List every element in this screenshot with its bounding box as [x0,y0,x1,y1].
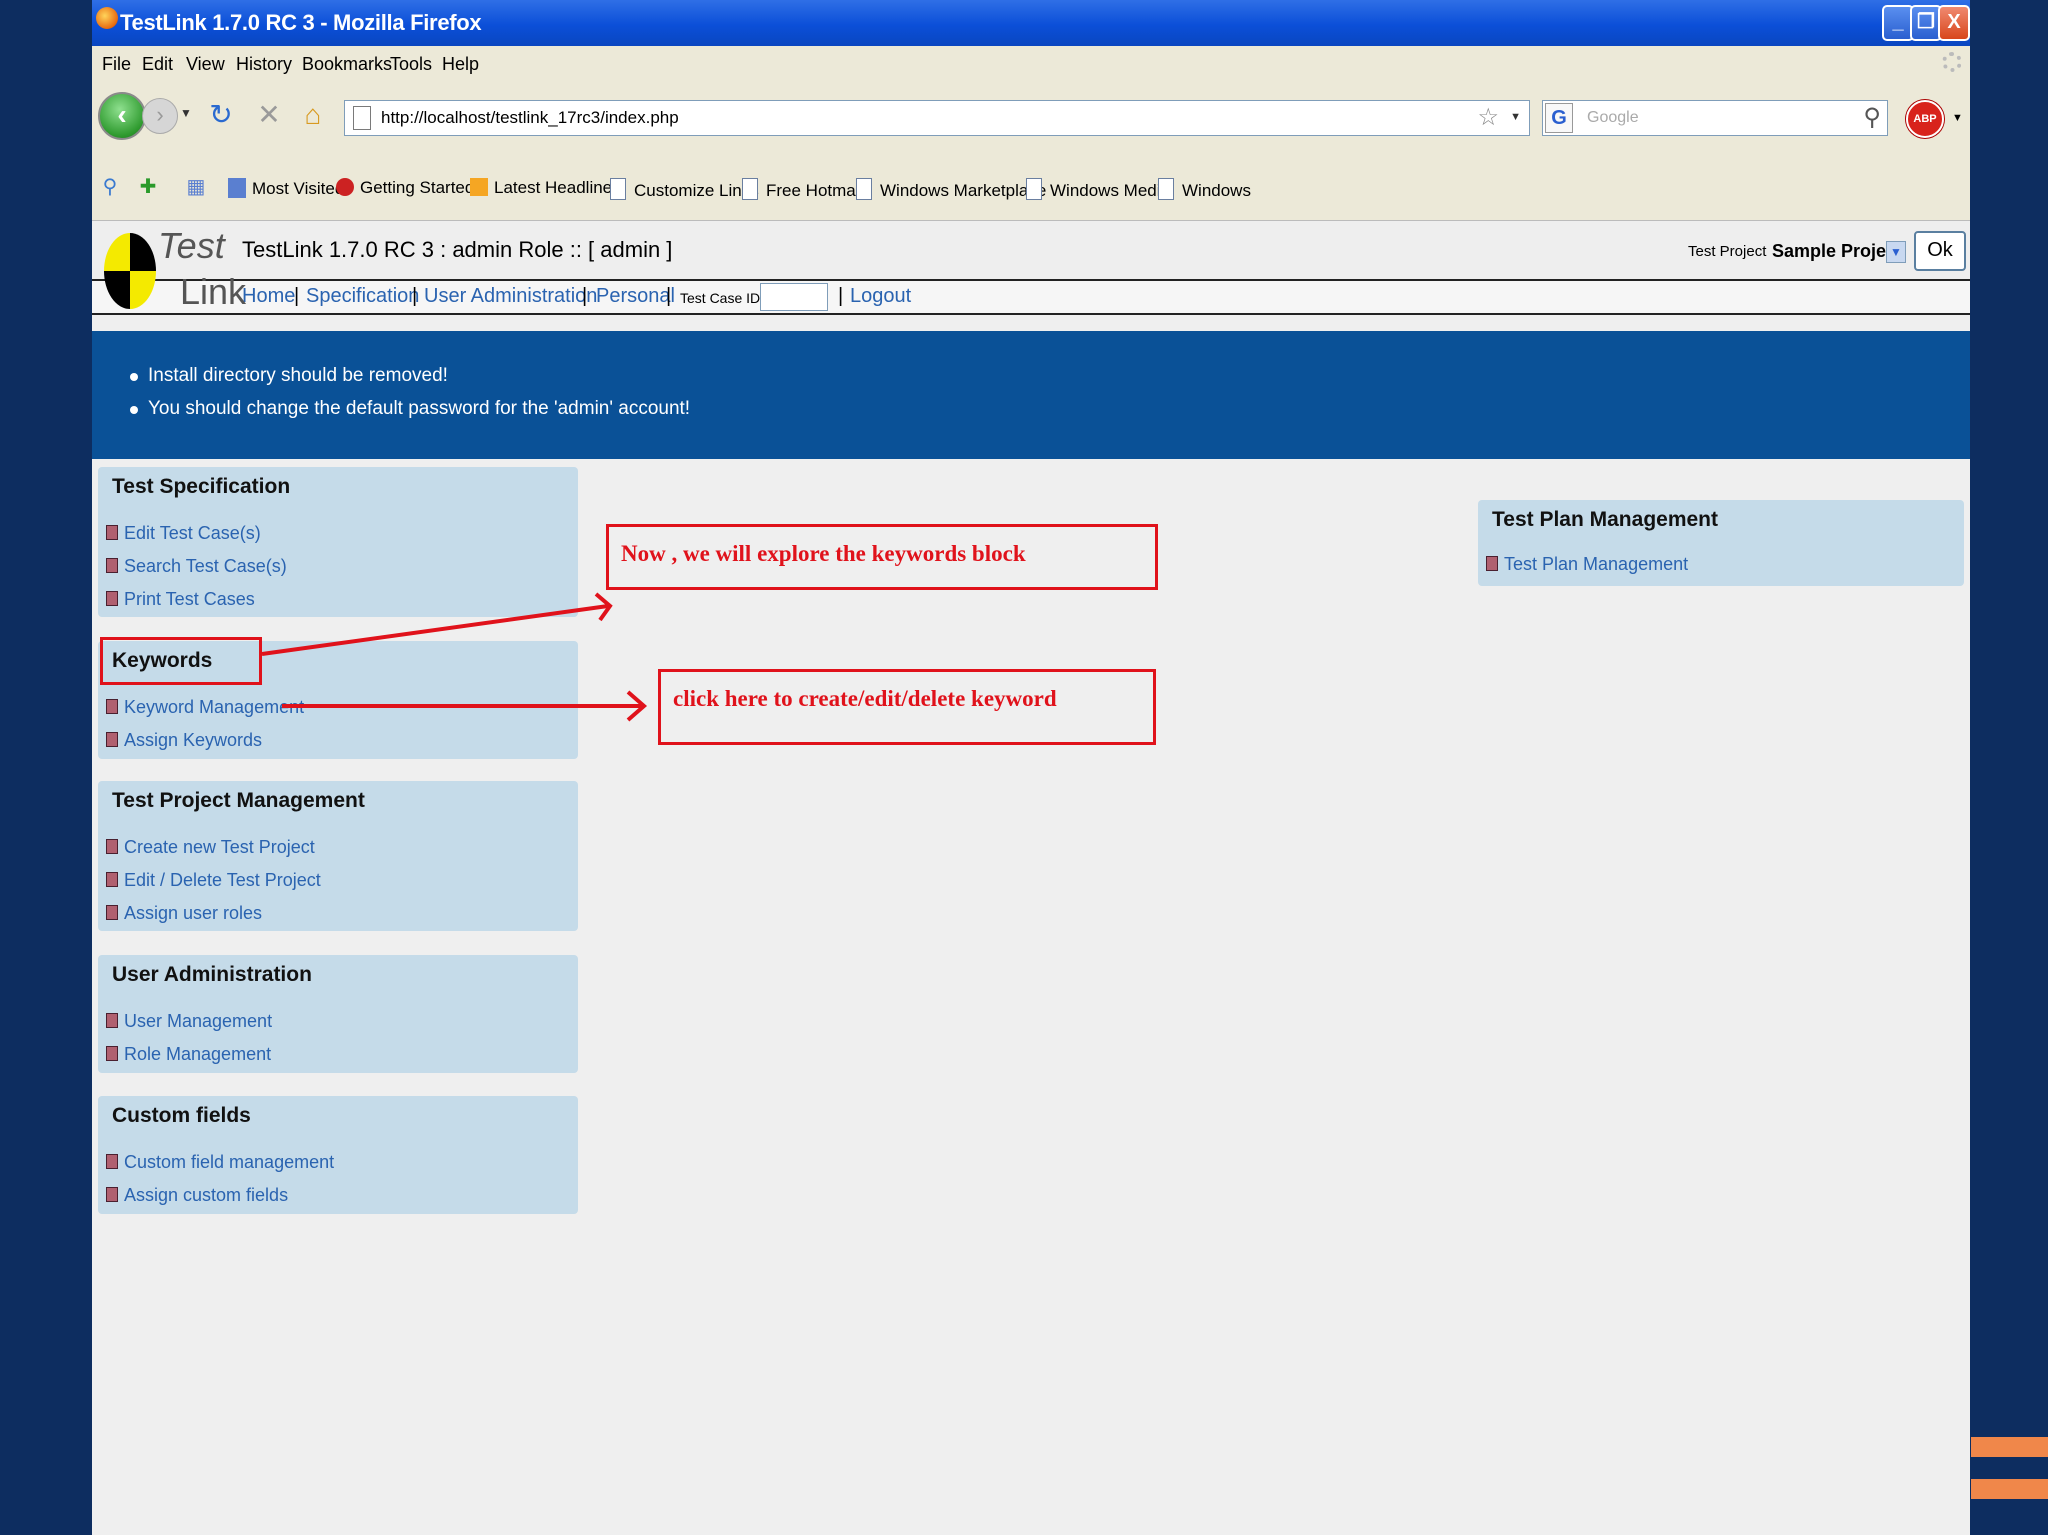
testlink-logo-icon [104,233,156,309]
testlink-logo-text-test: Test [158,225,225,266]
decor-stripe-top [1971,1437,2048,1457]
browser-window: TestLink 1.7.0 RC 3 - Mozilla Firefox _ … [92,0,1970,1535]
testlink-logo-text-link: Link [180,271,247,312]
decor-stripe-bottom [1971,1479,2048,1499]
annotation-arrows [261,592,648,722]
arrow-to-explore-callout [261,604,609,656]
